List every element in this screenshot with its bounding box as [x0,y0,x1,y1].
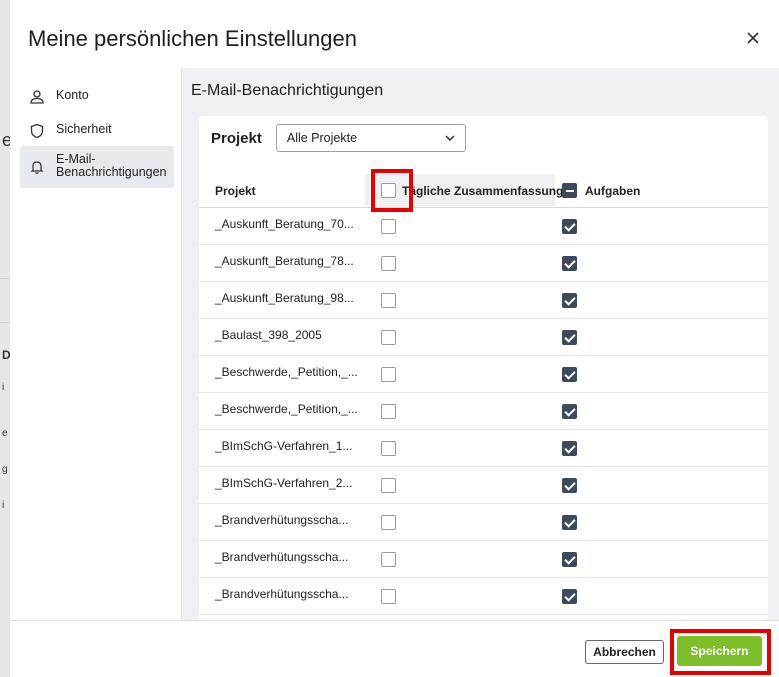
tasks-checkbox[interactable] [562,478,577,493]
project-name: _Beschwerde,_Petition,_... [215,402,358,416]
table-row: _Beschwerde,_Petition,_... [199,393,768,430]
notifications-card: Projekt Alle Projekte Projekt Tägliche Z… [199,116,768,620]
table-row: _Brandverhütungsscha... [199,541,768,578]
table-row: _Auskunft_Beratung_98... [199,282,768,319]
daily-summary-checkbox[interactable] [381,293,396,308]
project-name: _BImSchG-Verfahren_2... [215,476,353,490]
save-button[interactable]: Speichern [677,636,762,666]
table-header: Projekt Tägliche Zusammenfassung Aufgabe… [199,168,768,208]
cancel-button[interactable]: Abbrechen [585,640,664,664]
close-icon [747,32,759,44]
table-row: _Brandverhütungsscha... [199,578,768,615]
column-header-projekt: Projekt [215,184,256,198]
project-name: _Brandverhütungsscha... [215,587,349,601]
tasks-checkbox[interactable] [562,219,577,234]
daily-summary-checkbox[interactable] [381,367,396,382]
daily-summary-checkbox[interactable] [381,515,396,530]
column-header-tasks: Aufgaben [585,184,641,198]
table-row: _Beschwerde,_Petition,_... [199,356,768,393]
daily-summary-checkbox[interactable] [381,256,396,271]
dialog-footer: Abbrechen Speichern [10,620,779,677]
shield-icon [28,122,46,140]
close-button[interactable] [743,28,763,48]
sidebar-item-sicherheit[interactable]: Sicherheit [20,116,174,146]
select-value: Alle Projekte [286,131,358,145]
background-fragment: e [2,428,8,439]
table-row: _Brandverhütungsscha... [199,504,768,541]
daily-summary-checkbox[interactable] [381,478,396,493]
user-icon [28,88,46,106]
daily-summary-checkbox[interactable] [381,219,396,234]
header-tasks-checkbox[interactable] [562,183,577,198]
background-divider [0,322,10,323]
background-page-edge [0,0,10,677]
header-daily-checkbox[interactable] [381,183,396,198]
project-select[interactable]: Alle Projekte [275,124,466,152]
project-name: _BImSchG-Verfahren_1... [215,439,353,453]
tasks-checkbox[interactable] [562,256,577,271]
chevron-down-icon [445,135,455,141]
background-divider [0,278,10,279]
project-name: _Beschwerde,_Petition,_... [215,365,358,379]
project-name: _Brandverhütungsscha... [215,513,349,527]
settings-sidebar: Konto Sicherheit E-Mail- Benachrichtigun… [10,68,182,620]
project-name: _Auskunft_Beratung_98... [215,291,354,305]
filter-label: Projekt [211,129,262,147]
tasks-checkbox[interactable] [562,367,577,382]
tasks-checkbox[interactable] [562,441,577,456]
daily-summary-checkbox[interactable] [381,404,396,419]
daily-summary-checkbox[interactable] [381,330,396,345]
table-row: _Auskunft_Beratung_70... [199,208,768,245]
tasks-checkbox[interactable] [562,515,577,530]
daily-summary-checkbox[interactable] [381,441,396,456]
tasks-checkbox[interactable] [562,589,577,604]
sidebar-item-label: Konto [56,88,89,102]
table-row: _Auskunft_Beratung_78... [199,245,768,282]
tasks-checkbox[interactable] [562,330,577,345]
project-name: _Auskunft_Beratung_78... [215,254,354,268]
tasks-checkbox[interactable] [562,404,577,419]
section-title: E-Mail-Benachrichtigungen [191,82,384,99]
background-fragment: i [2,500,5,511]
project-filter: Projekt Alle Projekte [211,124,466,152]
daily-summary-checkbox[interactable] [381,589,396,604]
settings-dialog: Meine persönlichen Einstellungen Konto S… [10,0,779,677]
sidebar-item-email-benachrichtigungen[interactable]: E-Mail- Benachrichtigungen [20,146,174,188]
project-name: _Auskunft_Beratung_70... [215,217,354,231]
tasks-checkbox[interactable] [562,293,577,308]
table-row: _BImSchG-Verfahren_2... [199,467,768,504]
bell-icon [28,158,46,176]
dialog-title: Meine persönlichen Einstellungen [28,26,357,51]
project-name: _Baulast_398_2005 [215,328,322,342]
sidebar-item-label: Sicherheit [56,122,112,136]
sidebar-item-konto[interactable]: Konto [20,82,174,112]
background-fragment: g [2,464,8,475]
table-row: _Baulast_398_2005 [199,319,768,356]
settings-content: E-Mail-Benachrichtigungen Projekt Alle P… [183,68,779,620]
daily-summary-checkbox[interactable] [381,552,396,567]
table-row: _BImSchG-Verfahren_1... [199,430,768,467]
project-name: _Brandverhütungsscha... [215,550,349,564]
sidebar-item-label: E-Mail- Benachrichtigungen [56,152,167,179]
column-header-daily: Tägliche Zusammenfassung [402,184,564,198]
tasks-checkbox[interactable] [562,552,577,567]
background-fragment: i [2,382,5,393]
